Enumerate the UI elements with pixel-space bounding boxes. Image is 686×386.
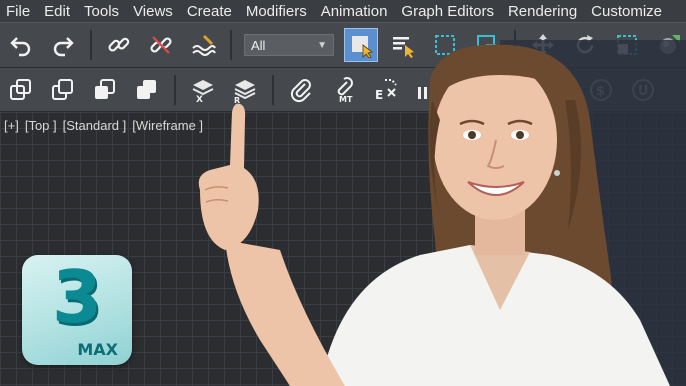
redo-button[interactable]: [46, 28, 80, 62]
clone-icon: [10, 78, 31, 100]
copy-button[interactable]: [46, 73, 80, 107]
reference-button[interactable]: [130, 73, 164, 107]
clone-button[interactable]: [4, 73, 38, 107]
undo-button[interactable]: [4, 28, 38, 62]
redo-icon: [53, 37, 74, 57]
viewport-view-name[interactable]: [Top ]: [25, 118, 57, 133]
logo-numeral: 3: [51, 255, 103, 339]
instance-icon: [95, 78, 115, 99]
menu-customize[interactable]: Customize: [584, 3, 669, 20]
menu-views[interactable]: Views: [126, 3, 180, 20]
copy-icon: [52, 78, 73, 100]
menu-file[interactable]: File: [0, 3, 37, 20]
logo-text: MAX: [77, 340, 118, 359]
viewport-shading-preset[interactable]: [Standard ]: [63, 118, 127, 133]
menu-rendering[interactable]: Rendering: [501, 3, 584, 20]
menu-edit[interactable]: Edit: [37, 3, 77, 20]
app-logo: 3 MAX: [22, 255, 132, 365]
undo-icon: [10, 37, 31, 57]
link-icon: [108, 37, 130, 52]
reference-icon: [137, 79, 156, 99]
menu-create[interactable]: Create: [180, 3, 239, 20]
menu-modifiers[interactable]: Modifiers: [239, 3, 314, 20]
menu-bar: File Edit Tools Views Create Modifiers A…: [0, 0, 686, 22]
select-and-link-button[interactable]: [102, 28, 136, 62]
menu-graph-editors[interactable]: Graph Editors: [394, 3, 501, 20]
menu-tools[interactable]: Tools: [77, 3, 126, 20]
viewport-menu-plus[interactable]: [+]: [4, 118, 19, 133]
presenter-photo: [198, 40, 686, 386]
menu-animation[interactable]: Animation: [314, 3, 395, 20]
instance-button[interactable]: [88, 73, 122, 107]
toolbar-separator: [90, 30, 92, 60]
